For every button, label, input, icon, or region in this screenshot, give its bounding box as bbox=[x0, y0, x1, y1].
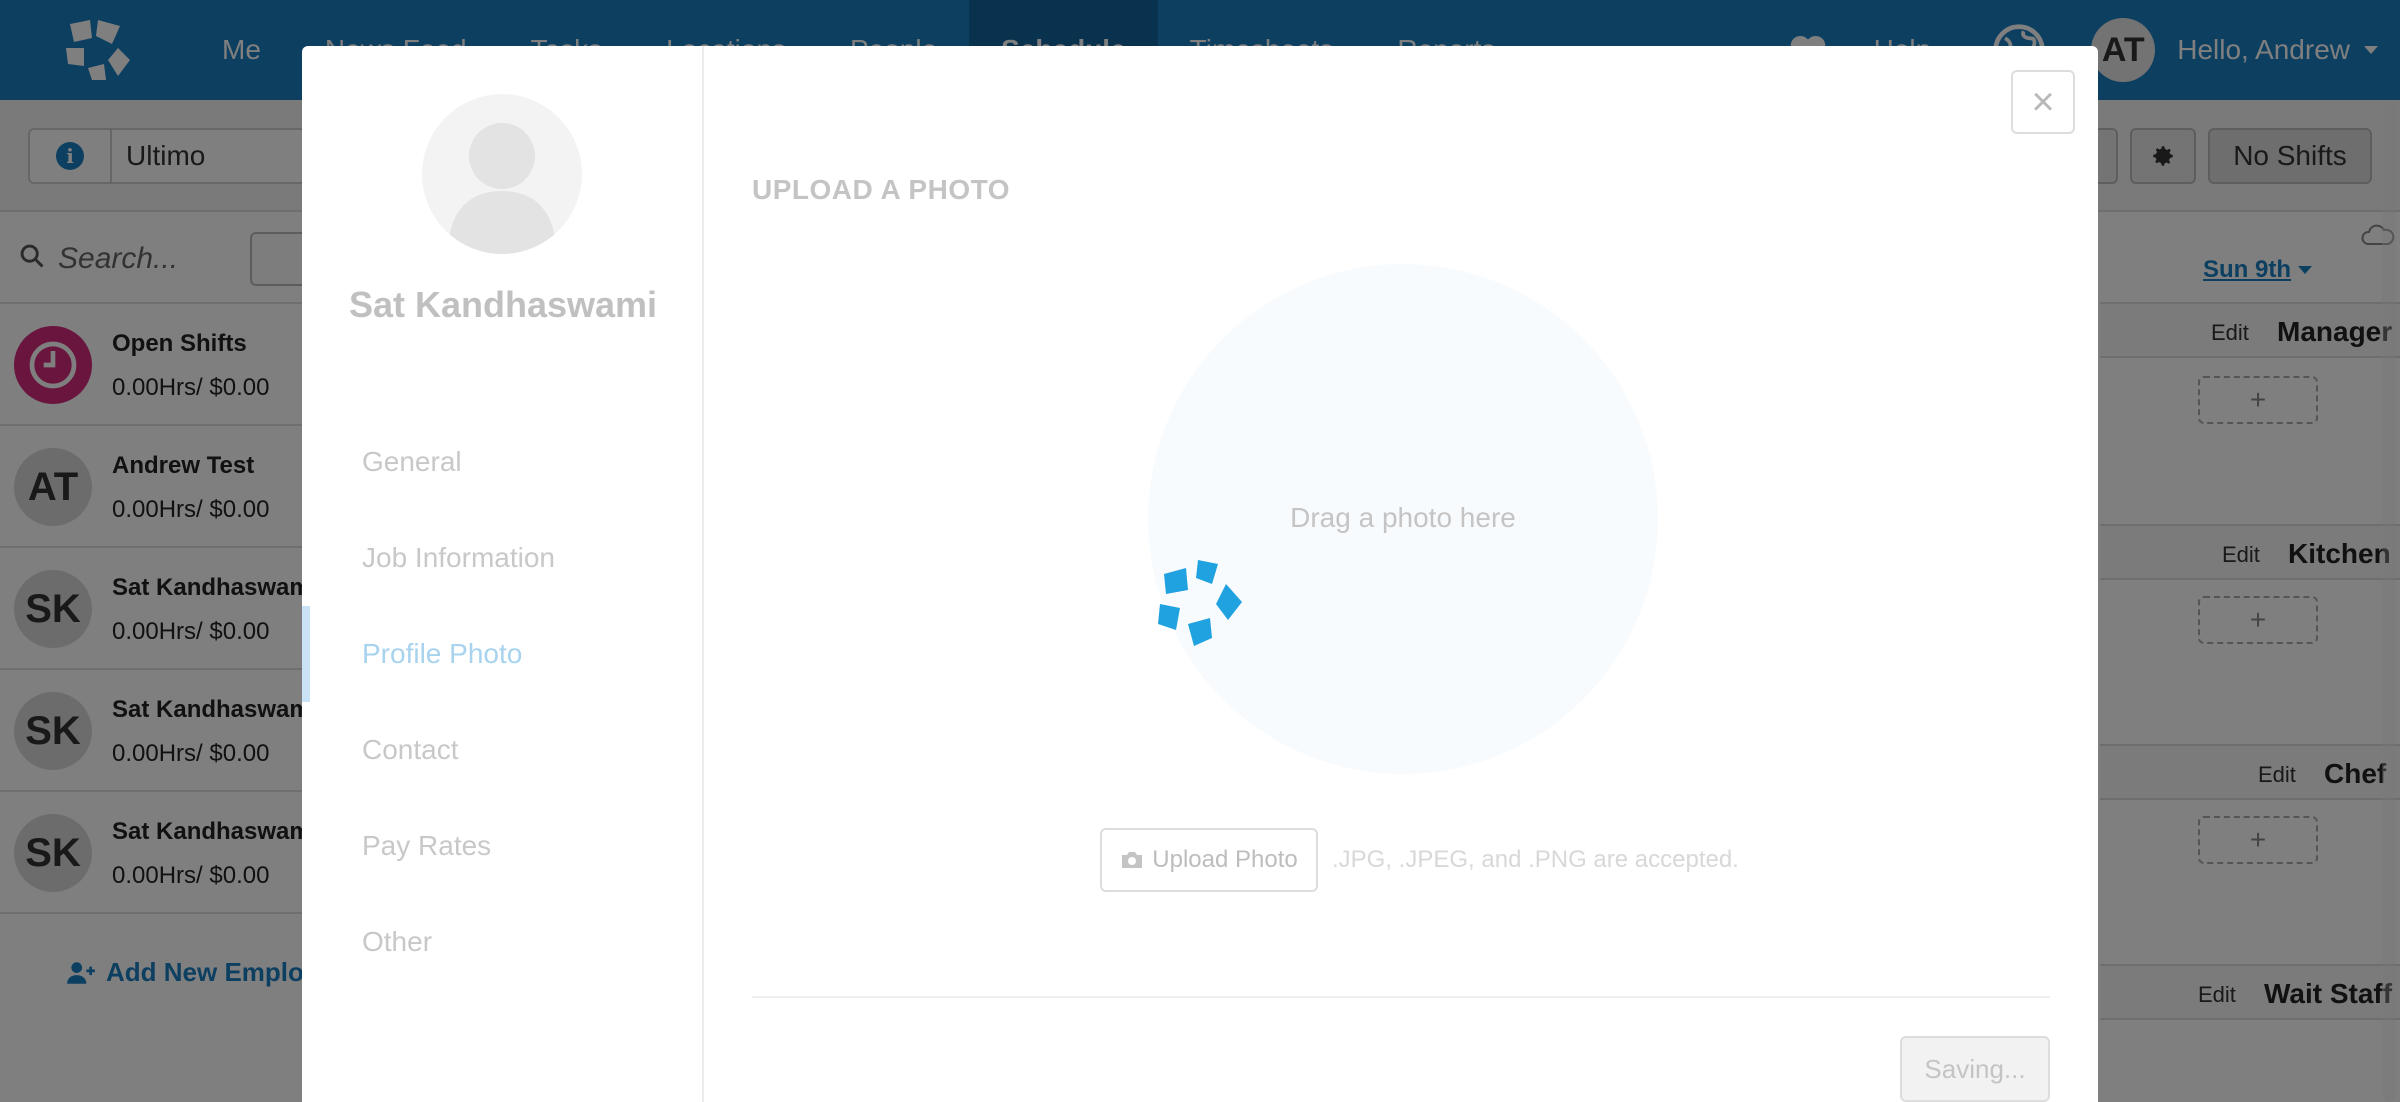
employee-profile-modal: Sat Kandhaswami General Job Information … bbox=[302, 46, 2098, 1102]
page-scrollbar[interactable] bbox=[2382, 100, 2396, 1102]
loading-spinner-icon bbox=[1158, 560, 1242, 646]
profile-avatar-placeholder-icon bbox=[422, 94, 582, 254]
active-menu-indicator bbox=[302, 606, 310, 702]
menu-item-job-information[interactable]: Job Information bbox=[362, 542, 555, 574]
upload-photo-button[interactable]: Upload Photo bbox=[1100, 828, 1318, 892]
menu-item-other[interactable]: Other bbox=[362, 926, 432, 958]
camera-icon bbox=[1122, 852, 1143, 868]
footer-divider bbox=[752, 996, 2050, 998]
close-button[interactable]: × bbox=[2011, 70, 2075, 134]
profile-sidebar: Sat Kandhaswami General Job Information … bbox=[302, 46, 704, 1102]
drop-zone-text: Drag a photo here bbox=[1290, 502, 1516, 533]
saving-button[interactable]: Saving... bbox=[1900, 1036, 2050, 1102]
upload-photo-label: Upload Photo bbox=[1152, 846, 1298, 873]
section-title: UPLOAD A PHOTO bbox=[752, 174, 1010, 205]
accepted-formats-text: .JPG, .JPEG, and .PNG are accepted. bbox=[1332, 846, 1739, 873]
menu-item-contact[interactable]: Contact bbox=[362, 734, 459, 766]
menu-item-general[interactable]: General bbox=[362, 446, 462, 478]
menu-item-pay-rates[interactable]: Pay Rates bbox=[362, 830, 491, 862]
profile-name: Sat Kandhaswami bbox=[348, 284, 658, 325]
menu-item-profile-photo[interactable]: Profile Photo bbox=[362, 638, 522, 670]
